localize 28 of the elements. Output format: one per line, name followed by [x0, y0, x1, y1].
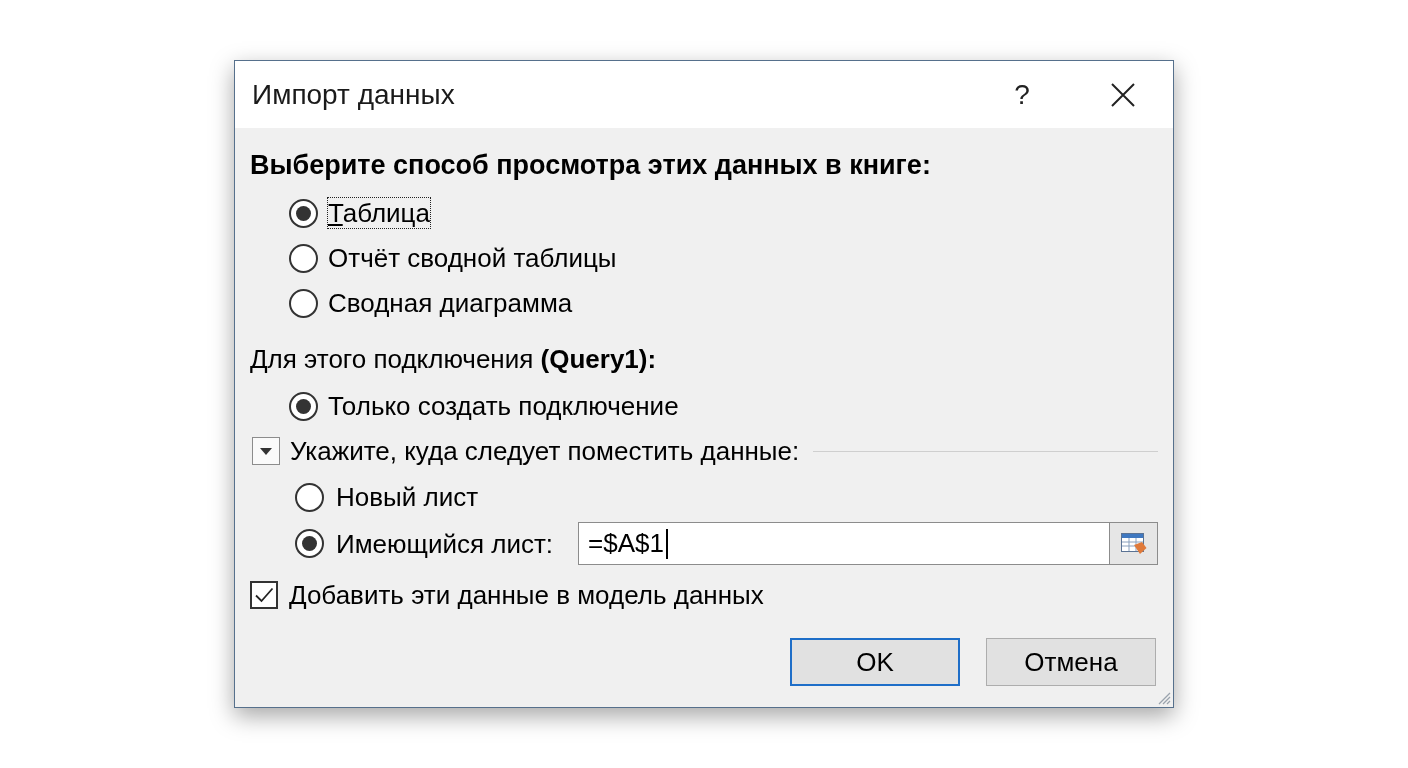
- checkbox[interactable]: [250, 581, 278, 609]
- radio-label[interactable]: Таблица: [328, 198, 430, 228]
- ok-button[interactable]: OK: [790, 638, 960, 686]
- collapse-button[interactable]: [252, 437, 280, 465]
- radio-label[interactable]: Новый лист: [336, 482, 479, 512]
- close-icon: [1111, 82, 1135, 107]
- table-select-icon: [1120, 532, 1147, 555]
- resize-grip-icon[interactable]: [1157, 691, 1171, 705]
- radio-button[interactable]: [289, 288, 318, 318]
- section-label: Укажите, куда следует поместить данные:: [290, 435, 800, 467]
- range-select-button[interactable]: [1109, 522, 1158, 565]
- checkbox-label[interactable]: Добавить эти данные в модель данных: [289, 579, 764, 611]
- caret-down-icon: [260, 447, 272, 455]
- radio-label[interactable]: Имеющийся лист:: [336, 528, 554, 559]
- radio-button[interactable]: [289, 198, 318, 228]
- radio-button[interactable]: [295, 482, 324, 512]
- cancel-button[interactable]: Отмена: [986, 638, 1156, 686]
- help-button[interactable]: ?: [997, 69, 1047, 120]
- radio-button[interactable]: [289, 243, 318, 273]
- radio-button[interactable]: [295, 529, 324, 558]
- section-label: Для этого подключения (Query1):: [250, 344, 658, 374]
- section-heading: Выберите способ просмотра этих данных в книге:: [250, 150, 932, 180]
- radio-label[interactable]: Сводная диаграмма: [328, 288, 573, 318]
- radio-button[interactable]: [289, 391, 318, 421]
- radio-label[interactable]: Только создать подключение: [328, 391, 679, 421]
- radio-label[interactable]: Отчёт сводной таблицы: [328, 243, 617, 273]
- window-title: Импорт данных: [252, 78, 455, 111]
- range-field[interactable]: =$A$1: [578, 522, 1109, 565]
